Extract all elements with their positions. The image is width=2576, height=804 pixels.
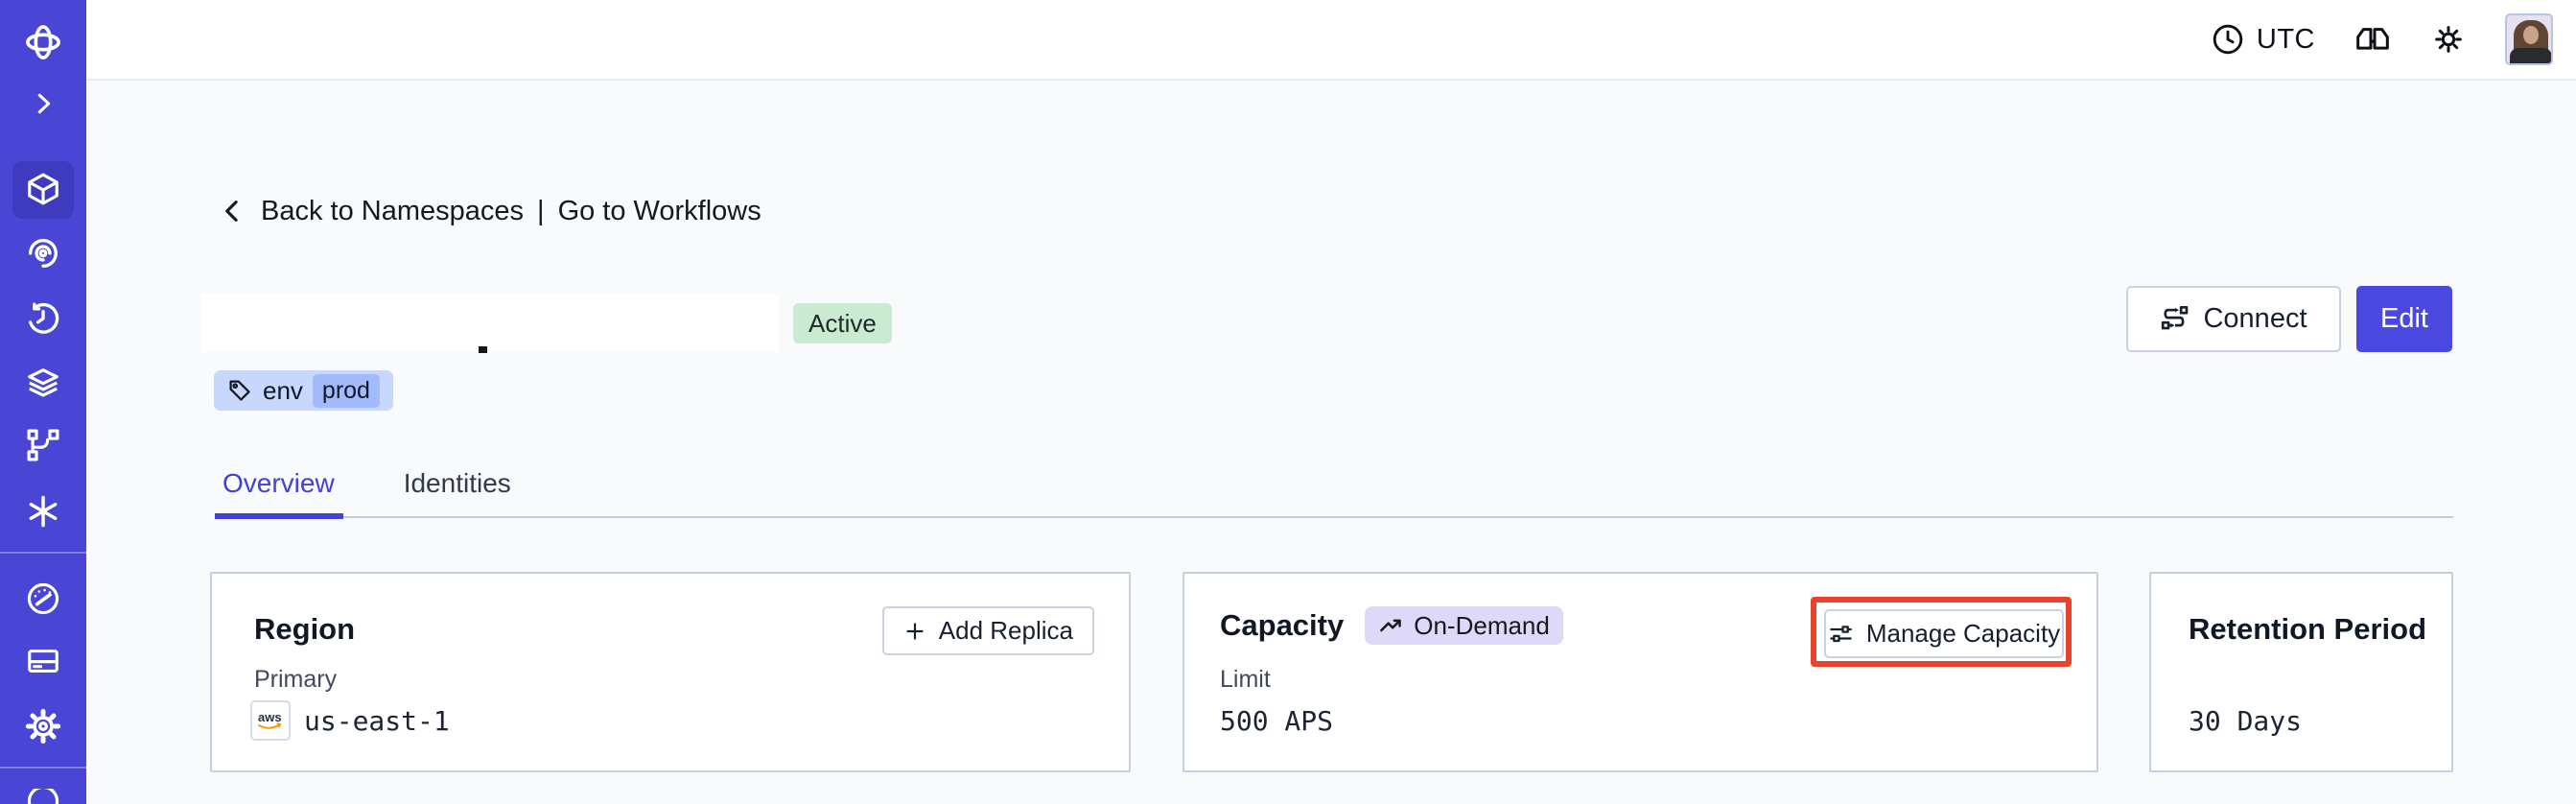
status-badge: Active	[793, 303, 892, 343]
sidebar-item-pipelines[interactable]	[0, 416, 86, 474]
sidebar-divider	[0, 552, 86, 554]
temporal-logo	[0, 13, 86, 71]
retention-card: Retention Period 30 Days	[2149, 572, 2453, 772]
sidebar-item-deployments[interactable]	[0, 354, 86, 412]
tag-icon	[227, 378, 253, 404]
retention-value: 30 Days	[2189, 705, 2303, 737]
avatar-face	[2523, 26, 2539, 44]
timezone-label: UTC	[2256, 23, 2315, 55]
aws-logo-text: aws	[258, 710, 282, 724]
tab-overview[interactable]: Overview	[215, 468, 342, 518]
sidebar-item-settings[interactable]	[0, 698, 86, 755]
manage-capacity-button[interactable]: Manage Capacity	[1824, 609, 2064, 658]
active-tab-indicator	[215, 513, 343, 519]
tab-bar-divider	[215, 516, 2453, 518]
timezone-button[interactable]: UTC	[2211, 22, 2315, 57]
asterisk-icon	[25, 493, 61, 530]
trending-up-icon	[1378, 613, 1404, 639]
manage-capacity-label: Manage Capacity	[1865, 619, 2061, 648]
sidebar-item-nexus[interactable]	[0, 225, 86, 282]
capacity-card-title: Capacity	[1220, 608, 1345, 642]
connect-button-label: Connect	[2203, 303, 2307, 334]
theme-toggle-button[interactable]	[2430, 21, 2467, 58]
sidebar-divider-bottom	[0, 767, 86, 769]
branch-icon	[25, 427, 61, 463]
top-bar-actions: UTC	[2211, 0, 2553, 79]
credit-card-icon	[25, 643, 61, 679]
add-replica-label: Add Replica	[938, 616, 1073, 645]
tab-bar: Overview Identities	[215, 468, 519, 518]
sidebar-nav	[0, 0, 86, 804]
back-chevron-icon	[219, 195, 247, 227]
region-card: Region Add Replica Primary aws us-east-1	[210, 572, 1131, 772]
gauge-icon	[25, 580, 61, 617]
chevron-right-icon	[29, 89, 58, 118]
on-demand-badge-label: On-Demand	[1414, 610, 1550, 640]
back-to-namespaces-link[interactable]: Back to Namespaces	[261, 196, 524, 227]
add-replica-button[interactable]: Add Replica	[881, 606, 1094, 655]
on-demand-badge: On-Demand	[1365, 606, 1563, 645]
tab-identities[interactable]: Identities	[396, 468, 519, 518]
tag-value-pill: prod	[312, 373, 380, 408]
sidebar-item-schedules[interactable]	[0, 290, 86, 347]
connect-button[interactable]: Connect	[2126, 286, 2341, 352]
namespace-title-redacted	[201, 294, 779, 352]
tag-key-label: env	[263, 375, 303, 405]
limit-label: Limit	[1220, 666, 1271, 693]
cube-icon	[25, 171, 61, 207]
region-value: us-east-1	[304, 704, 450, 737]
connect-flow-icon	[2160, 304, 2190, 335]
layers-icon	[25, 365, 61, 401]
gear-icon	[24, 707, 62, 745]
spiral-icon	[25, 235, 61, 272]
glasses-icon	[2354, 23, 2392, 56]
redaction-artifact-dot	[479, 346, 487, 353]
sun-icon	[2430, 21, 2467, 58]
breadcrumb[interactable]: Back to Namespaces | Go to Workflows	[219, 195, 761, 227]
top-bar: UTC	[86, 0, 2576, 81]
namespace-tag-chip[interactable]: env prod	[214, 370, 393, 411]
clock-icon	[2211, 22, 2245, 57]
primary-label: Primary	[254, 666, 338, 693]
go-to-workflows-link[interactable]: Go to Workflows	[558, 196, 761, 227]
retention-card-title: Retention Period	[2189, 612, 2427, 646]
sidebar-item-namespaces[interactable]	[0, 160, 86, 218]
aws-logo: aws	[250, 700, 291, 741]
capacity-card: Capacity On-Demand Limit 500 APS Manage …	[1183, 572, 2098, 772]
expand-sidebar-button[interactable]	[0, 75, 86, 132]
sidebar-item-usage[interactable]	[0, 570, 86, 627]
capacity-card-header: Capacity On-Demand	[1220, 606, 1563, 645]
sidebar-item-integrations[interactable]	[0, 483, 86, 540]
sidebar-item-billing[interactable]	[0, 632, 86, 690]
edit-button-label: Edit	[2380, 303, 2428, 334]
edit-button[interactable]: Edit	[2356, 286, 2452, 352]
feedback-button[interactable]	[2354, 23, 2392, 56]
sidebar-item-account[interactable]	[0, 789, 86, 804]
namespace-detail-page: UTC Back to Namespaces | Go to Workflows…	[0, 0, 2576, 804]
limit-value: 500 APS	[1220, 705, 1334, 737]
region-card-title: Region	[254, 612, 356, 646]
history-clock-icon	[25, 300, 61, 337]
sliders-icon	[1828, 621, 1854, 647]
user-avatar[interactable]	[2505, 13, 2553, 65]
avatar-body	[2510, 48, 2551, 63]
plus-icon	[903, 620, 926, 643]
partial-circle-icon	[25, 789, 61, 804]
region-value-row: aws us-east-1	[250, 700, 450, 741]
breadcrumb-separator: |	[537, 195, 545, 226]
